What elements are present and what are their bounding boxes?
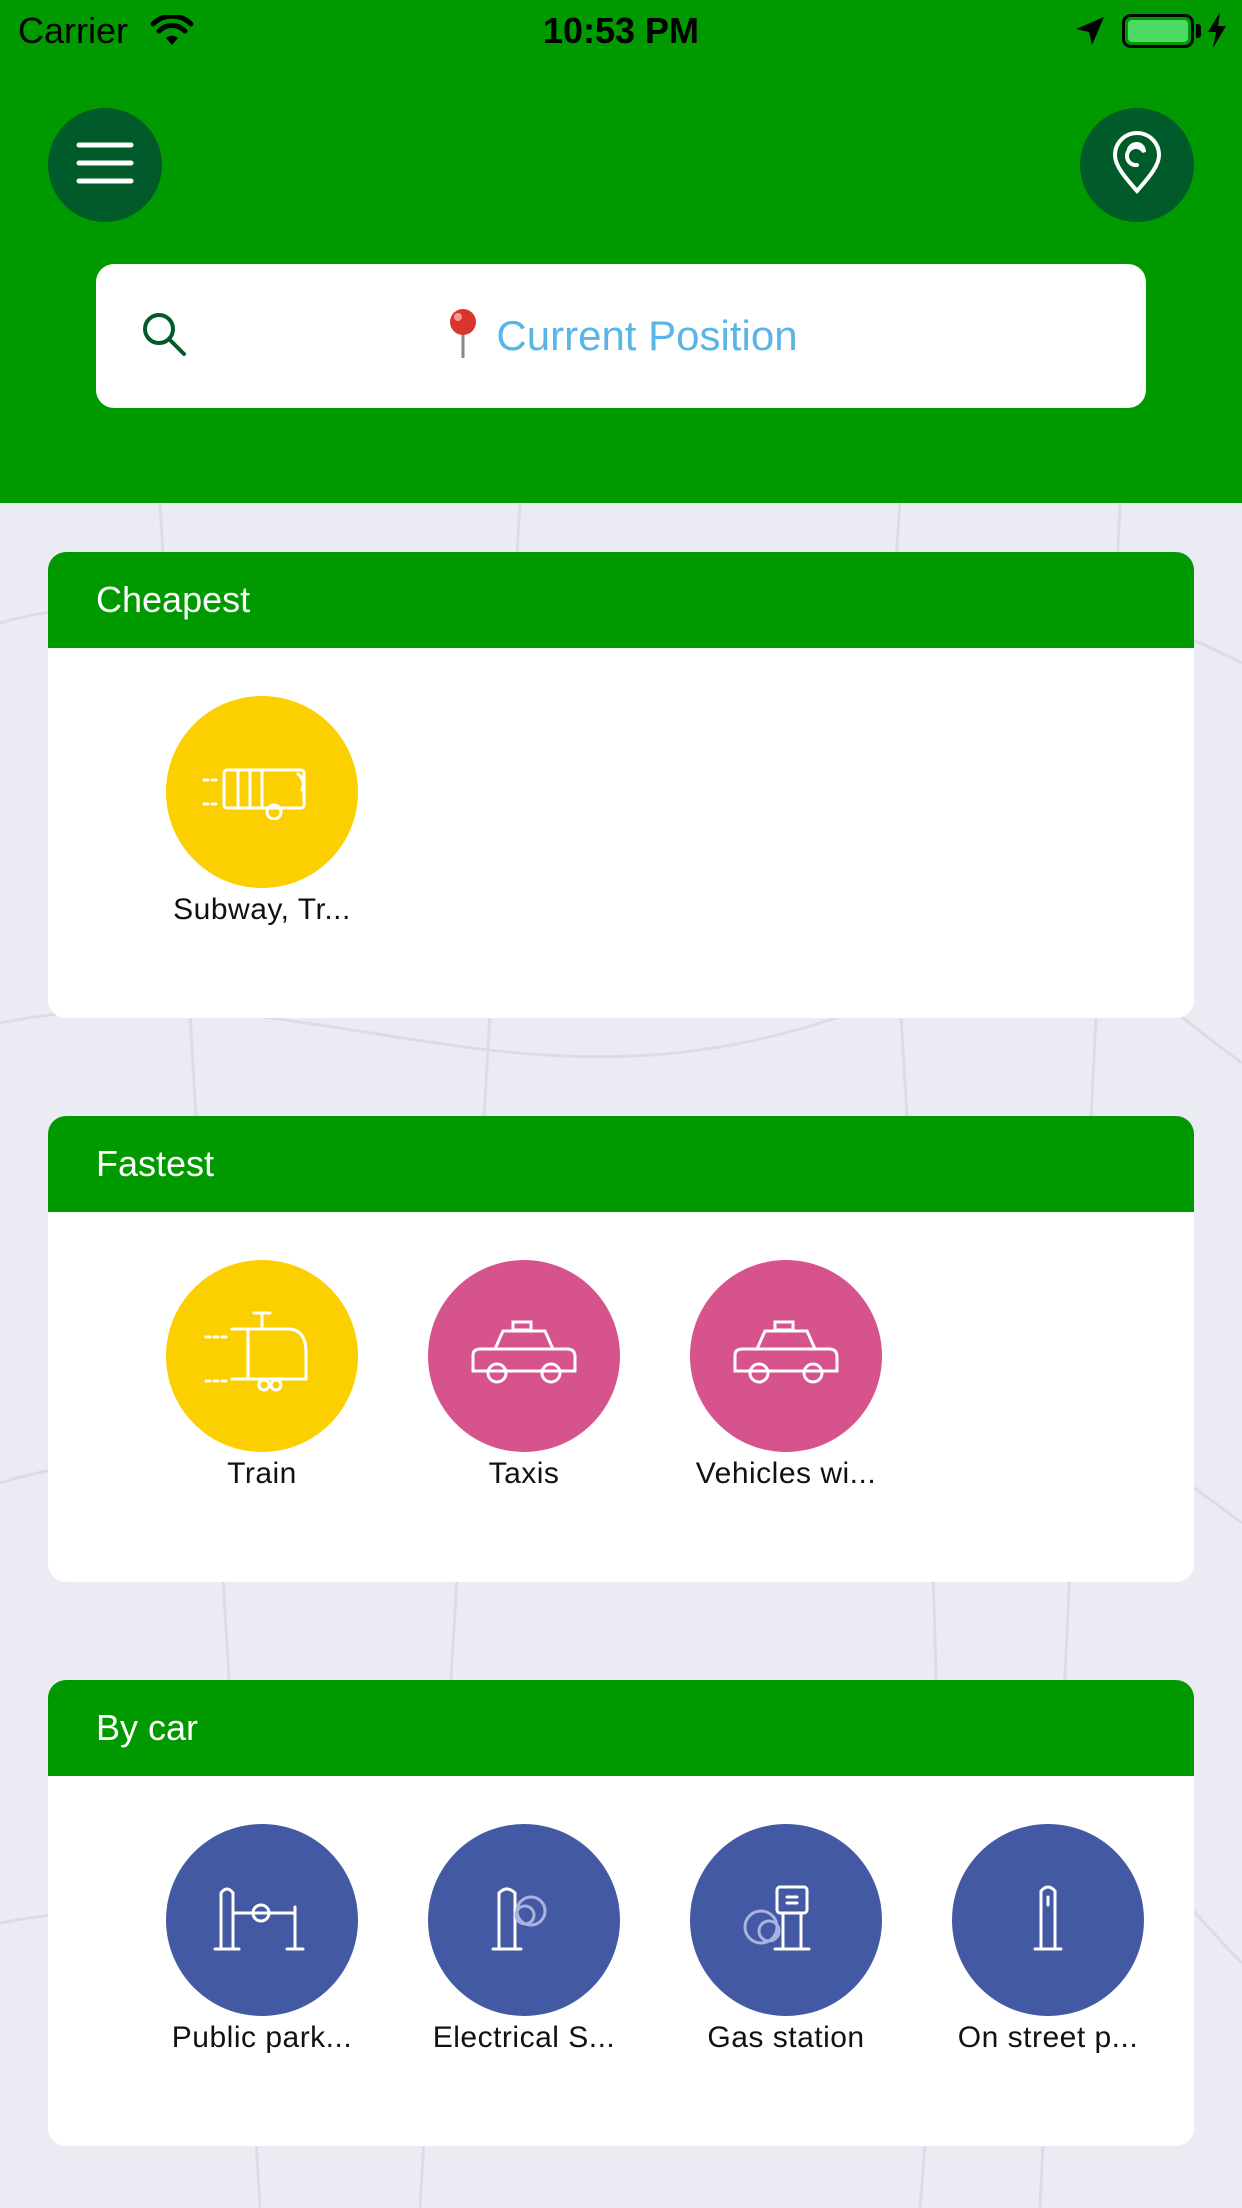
section-cheapest: Cheapest Subway, Tr... (48, 552, 1194, 1018)
train-icon-circle (166, 1260, 358, 1452)
hamburger-menu-icon (76, 141, 134, 190)
section-title: By car (48, 1680, 1194, 1776)
red-pin-icon (444, 308, 482, 365)
section-by-car: By car Public park... Electrical S... Ga… (48, 1680, 1194, 2146)
option-label: On street p... (957, 2021, 1139, 2054)
option-label: Subway, Tr... (173, 893, 351, 926)
search-bar[interactable]: Current Position (96, 264, 1146, 408)
option-vehicles[interactable]: Vehicles wi... (676, 1260, 896, 1494)
gas-pump-icon (731, 1883, 841, 1958)
option-label: Taxis (488, 1457, 560, 1490)
option-electrical-station[interactable]: Electrical S... (414, 1824, 634, 2058)
option-label: Public park... (171, 2021, 353, 2054)
battery-tip (1196, 24, 1201, 38)
subway-icon (202, 760, 322, 825)
section-fastest: Fastest Train Taxis Vehicles wi... (48, 1116, 1194, 1582)
taxi-icon (469, 1319, 579, 1394)
status-time: 10:53 PM (542, 10, 700, 51)
electric-icon-circle (428, 1824, 620, 2016)
subway-icon-circle (166, 696, 358, 888)
option-label: Train (227, 1457, 297, 1490)
section-title: Fastest (48, 1116, 1194, 1212)
option-public-parking[interactable]: Public park... (152, 1824, 372, 2058)
taxi-icon-circle (690, 1260, 882, 1452)
section-title: Cheapest (48, 552, 1194, 648)
parking-barrier-icon (207, 1883, 317, 1958)
menu-button[interactable] (48, 108, 162, 222)
train-icon (202, 1309, 322, 1404)
option-gas-station[interactable]: Gas station (676, 1824, 896, 2058)
electric-station-icon (469, 1883, 579, 1958)
taxi-icon-circle (428, 1260, 620, 1452)
taxi-icon (731, 1319, 841, 1394)
charging-bolt-icon (1206, 12, 1228, 57)
option-train[interactable]: Train (152, 1260, 372, 1494)
search-text: Current Position (496, 312, 798, 359)
option-label: Vehicles wi... (695, 1457, 877, 1490)
street-parking-icon (993, 1883, 1103, 1958)
option-label: Gas station (707, 2021, 865, 2054)
option-label: Electrical S... (432, 2021, 616, 2054)
status-bar: Carrier 10:53 PM (0, 0, 1242, 60)
parking-icon-circle (166, 1824, 358, 2016)
gas-icon-circle (690, 1824, 882, 2016)
header: Carrier 10:53 PM Current Position (0, 0, 1242, 503)
option-on-street-parking[interactable]: On street p... (938, 1824, 1158, 2058)
location-button[interactable] (1080, 108, 1194, 222)
map-pin-icon (1111, 130, 1163, 200)
location-arrow-icon (1074, 14, 1106, 56)
street-parking-icon-circle (952, 1824, 1144, 2016)
search-value[interactable]: Current Position (96, 264, 1146, 408)
option-subway[interactable]: Subway, Tr... (152, 696, 372, 930)
option-taxis[interactable]: Taxis (414, 1260, 634, 1494)
battery-icon (1122, 14, 1194, 48)
